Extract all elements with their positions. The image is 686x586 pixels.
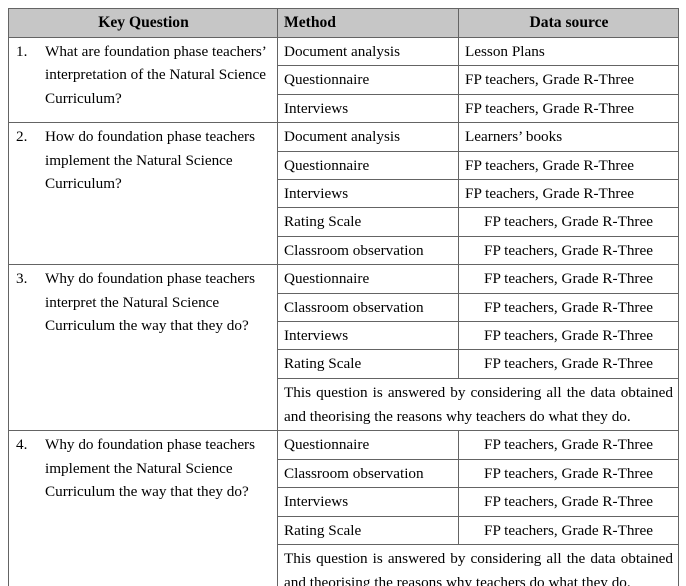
table-row: 2. How do foundation phase teachers imple…	[8, 122, 679, 266]
key-question-layout: 1. What are foundation phase teachers’ in…	[15, 40, 272, 110]
key-question-cell: 2. How do foundation phase teachers imple…	[8, 122, 278, 266]
key-question-layout: 4. Why do foundation phase teachers imple…	[15, 433, 272, 503]
question-number: 2.	[16, 128, 28, 146]
question-text: Why do foundation phase teachers interpr…	[45, 270, 256, 335]
method-cell: Rating Scale	[277, 349, 459, 379]
data-source-cell: FP teachers, Grade R-Three	[458, 65, 679, 95]
question-note-text: This question is answered by considering…	[284, 549, 673, 586]
table-container: Key Question Method Data source 1. What a…	[8, 8, 679, 586]
data-source-cell: FP teachers, Grade R-Three	[458, 264, 679, 294]
question-number: 1.	[16, 43, 28, 60]
key-question-layout: 2. How do foundation phase teachers imple…	[15, 125, 272, 195]
method-cell: Questionnaire	[277, 430, 459, 460]
key-question-cell: 1. What are foundation phase teachers’ in…	[8, 36, 278, 124]
method-cell: Document analysis	[277, 36, 459, 67]
data-source-cell: FP teachers, Grade R-Three	[458, 93, 679, 124]
method-cell: Classroom observation	[277, 235, 459, 266]
question-number: 3.	[16, 270, 28, 288]
method-cell: Classroom observation	[277, 292, 459, 323]
data-source-cell: FP teachers, Grade R-Three	[458, 292, 679, 323]
method-cell: Rating Scale	[277, 515, 459, 545]
method-cell: Classroom observation	[277, 458, 459, 489]
key-question-cell: 4. Why do foundation phase teachers imple…	[8, 430, 278, 586]
key-question-cell: 3. Why do foundation phase teachers inter…	[8, 264, 278, 432]
data-source-cell: FP teachers, Grade R-Three	[458, 207, 679, 237]
key-question-layout: 3. Why do foundation phase teachers inter…	[15, 267, 272, 337]
column-header-key-question: Key Question	[8, 8, 278, 38]
data-source-cell: FP teachers, Grade R-Three	[458, 150, 679, 181]
data-source-cell: FP teachers, Grade R-Three	[458, 235, 679, 266]
data-source-cell: FP teachers, Grade R-Three	[458, 515, 679, 545]
method-cell: Questionnaire	[277, 150, 459, 181]
method-cell: Interviews	[277, 487, 459, 517]
column-header-data-source: Data source	[458, 8, 679, 38]
page-root: Key Question Method Data source 1. What a…	[0, 0, 686, 586]
research-matrix-table: Key Question Method Data source 1. What a…	[8, 8, 679, 586]
method-cell: Questionnaire	[277, 65, 459, 95]
table-row: 4. Why do foundation phase teachers imple…	[8, 430, 679, 586]
question-note-cell: This question is answered by considering…	[277, 377, 679, 432]
question-text: Why do foundation phase teachers impleme…	[45, 436, 256, 501]
method-cell: Document analysis	[277, 122, 459, 152]
method-cell: Questionnaire	[277, 264, 459, 294]
data-source-cell: FP teachers, Grade R-Three	[458, 179, 679, 209]
method-cell: Interviews	[277, 93, 459, 124]
question-note-cell: This question is answered by considering…	[277, 543, 679, 586]
data-source-cell: Lesson Plans	[458, 36, 679, 67]
question-text: What are foundation phase teachers’ inte…	[45, 43, 266, 107]
table-body: 1. What are foundation phase teachers’ in…	[8, 36, 679, 586]
table-row: 1. What are foundation phase teachers’ in…	[8, 36, 679, 124]
method-cell: Rating Scale	[277, 207, 459, 237]
data-source-cell: Learners’ books	[458, 122, 679, 152]
data-source-cell: FP teachers, Grade R-Three	[458, 430, 679, 460]
data-source-cell: FP teachers, Grade R-Three	[458, 487, 679, 517]
table-header: Key Question Method Data source	[8, 8, 679, 38]
method-cell: Interviews	[277, 321, 459, 351]
question-number: 4.	[16, 436, 28, 454]
data-source-cell: FP teachers, Grade R-Three	[458, 349, 679, 379]
method-cell: Interviews	[277, 179, 459, 209]
header-row: Key Question Method Data source	[8, 8, 679, 38]
table-row: 3. Why do foundation phase teachers inter…	[8, 264, 679, 432]
data-source-cell: FP teachers, Grade R-Three	[458, 321, 679, 351]
question-text: How do foundation phase teachers impleme…	[45, 128, 256, 193]
question-note-text: This question is answered by considering…	[284, 383, 673, 425]
column-header-method: Method	[277, 8, 459, 38]
data-source-cell: FP teachers, Grade R-Three	[458, 458, 679, 489]
